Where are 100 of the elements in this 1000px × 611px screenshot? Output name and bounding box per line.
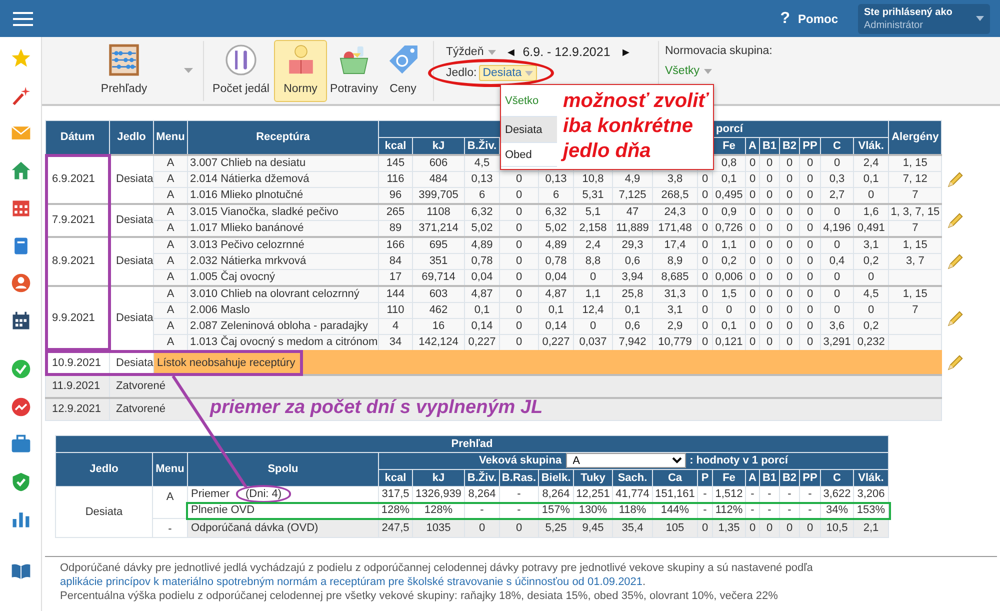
dropdown-item[interactable]: Desiata	[501, 117, 557, 143]
table-cell: 695	[412, 237, 464, 254]
table-cell: 0	[760, 237, 780, 254]
pencil-icon[interactable]	[946, 170, 964, 188]
caret-icon[interactable]	[184, 68, 193, 73]
table-cell: A	[154, 155, 188, 172]
table-cell: 0,9	[712, 204, 746, 220]
table-cell: 1, 3, 7, 15	[888, 204, 942, 220]
person-icon[interactable]	[10, 272, 32, 294]
table-cell: 4,5	[464, 155, 500, 172]
caret-icon	[704, 68, 712, 74]
column-header: Jedlo	[56, 452, 152, 486]
pencil-icon[interactable]	[946, 310, 964, 328]
table-cell: 3,1	[652, 302, 698, 318]
table-cell: 0,1	[712, 318, 746, 334]
user-menu[interactable]: Ste prihlásený ako Administrátor	[858, 4, 990, 34]
table-cell: 1326,939	[412, 486, 464, 502]
column-header: Tuky	[574, 470, 612, 486]
table-cell: 1,1	[574, 286, 612, 302]
table-cell: 0	[500, 237, 538, 254]
table-cell: 2.006 Maslo	[188, 302, 378, 318]
table-cell: 2,9	[652, 318, 698, 334]
table-cell: 0	[820, 286, 854, 302]
table-cell: 0	[800, 204, 820, 220]
meal-dropdown[interactable]: Desiata	[478, 65, 537, 81]
column-header: Menu	[152, 452, 188, 486]
age-group-select[interactable]: A	[566, 453, 686, 468]
table-cell: 0	[780, 155, 800, 172]
table-cell: 2.087 Zeleninová obloha - paradajky	[188, 318, 378, 334]
table-cell: 4,87	[538, 286, 574, 302]
table-cell: 0	[500, 318, 538, 334]
table-cell: 0,2	[854, 254, 889, 270]
table-cell: Desiata	[56, 486, 152, 538]
table-cell: 0	[820, 302, 854, 318]
pencil-icon[interactable]	[946, 212, 964, 230]
table-cell: 4	[378, 318, 412, 334]
age-group-suffix: : hodnoty v 1 porcí	[690, 454, 788, 467]
toolbar-button[interactable]: Potraviny	[329, 40, 379, 102]
column-header: Bielk.	[538, 470, 574, 486]
toolbar-button[interactable]: Normy	[274, 40, 327, 102]
table-cell: 0	[746, 286, 760, 302]
table-cell: 0	[760, 155, 780, 172]
pencil-icon[interactable]	[946, 252, 964, 270]
table-cell: 7, 12	[888, 172, 942, 188]
footer-link[interactable]: aplikácie princípov k materiálno spotrebným normám a receptúram pre školské stravovanie s účinnosťou od 01.09.2021	[60, 576, 643, 588]
norm-group-dropdown[interactable]: Všetky	[665, 65, 772, 77]
table-cell: 3,1	[854, 237, 889, 254]
column-header: Spolu	[188, 452, 378, 486]
magic-wand-icon[interactable]	[10, 84, 32, 106]
table-cell: 3.015 Vianočka, sladké pečivo	[188, 204, 378, 220]
table-cell: 0	[746, 204, 760, 220]
user-label: Ste prihlásený ako	[864, 6, 954, 18]
table-cell: 6,32	[464, 204, 500, 220]
toolbar-button[interactable]: Prehľady	[78, 40, 170, 102]
previous-button[interactable]: ◀	[508, 47, 515, 57]
table-cell: 25,8	[612, 286, 652, 302]
table-cell: 0	[800, 286, 820, 302]
table-cell: 3,622	[820, 486, 854, 502]
table-cell: 0	[820, 237, 854, 254]
toolbar-button[interactable]: Ceny	[381, 40, 425, 102]
table-cell: 2.032 Nátierka mrkvová	[188, 254, 378, 270]
star-icon[interactable]	[10, 47, 32, 69]
table-cell: Desiata	[110, 155, 154, 204]
table-cell: 1, 15	[888, 286, 942, 302]
column-group-header: porcí	[716, 122, 743, 134]
meal-label: Jedlo:	[446, 67, 477, 79]
house-icon[interactable]	[10, 160, 32, 182]
table-cell: Zatvorené	[110, 375, 942, 398]
table-cell: 317,5	[378, 486, 412, 502]
table-cell: 0	[800, 237, 820, 254]
table-cell: 0,4	[820, 254, 854, 270]
table-cell: 5,1	[574, 204, 612, 220]
table-cell: Lístok neobsahuje receptúry	[154, 351, 942, 375]
table-cell: 265	[378, 204, 412, 220]
table-cell: 4,89	[538, 237, 574, 254]
table-cell: 2.014 Nátierka džemová	[188, 172, 378, 188]
column-header: Alergény	[888, 120, 942, 155]
table-cell: Desiata	[110, 286, 154, 351]
pencil-icon[interactable]	[946, 354, 964, 372]
column-header: Receptúra	[188, 120, 378, 155]
table-cell: 47	[612, 204, 652, 220]
table-title: Prehľad	[56, 436, 888, 452]
briefcase-icon[interactable]	[10, 433, 32, 455]
caret-icon	[488, 50, 496, 54]
period-dropdown[interactable]: Týždeň	[446, 46, 496, 58]
table-cell: 8,264	[464, 486, 500, 502]
trend-icon[interactable]	[10, 396, 32, 418]
dropdown-item[interactable]: Obed	[501, 143, 557, 167]
check-icon[interactable]	[10, 358, 32, 380]
table-cell: 2,4	[854, 155, 889, 172]
table-cell: 2,4	[574, 237, 612, 254]
toolbar-button[interactable]: Počet jedál	[210, 40, 272, 102]
help-button[interactable]: ? Pomoc	[780, 10, 838, 28]
next-button[interactable]: ▶	[622, 47, 630, 57]
menu-icon[interactable]	[13, 10, 33, 26]
table-cell: 462	[412, 302, 464, 318]
table-cell: 0	[698, 286, 712, 302]
column-header: PP	[800, 470, 820, 486]
annotation-text: priemer za počet dní s vyplneným JL	[210, 397, 543, 420]
column-header: kcal	[378, 470, 412, 486]
